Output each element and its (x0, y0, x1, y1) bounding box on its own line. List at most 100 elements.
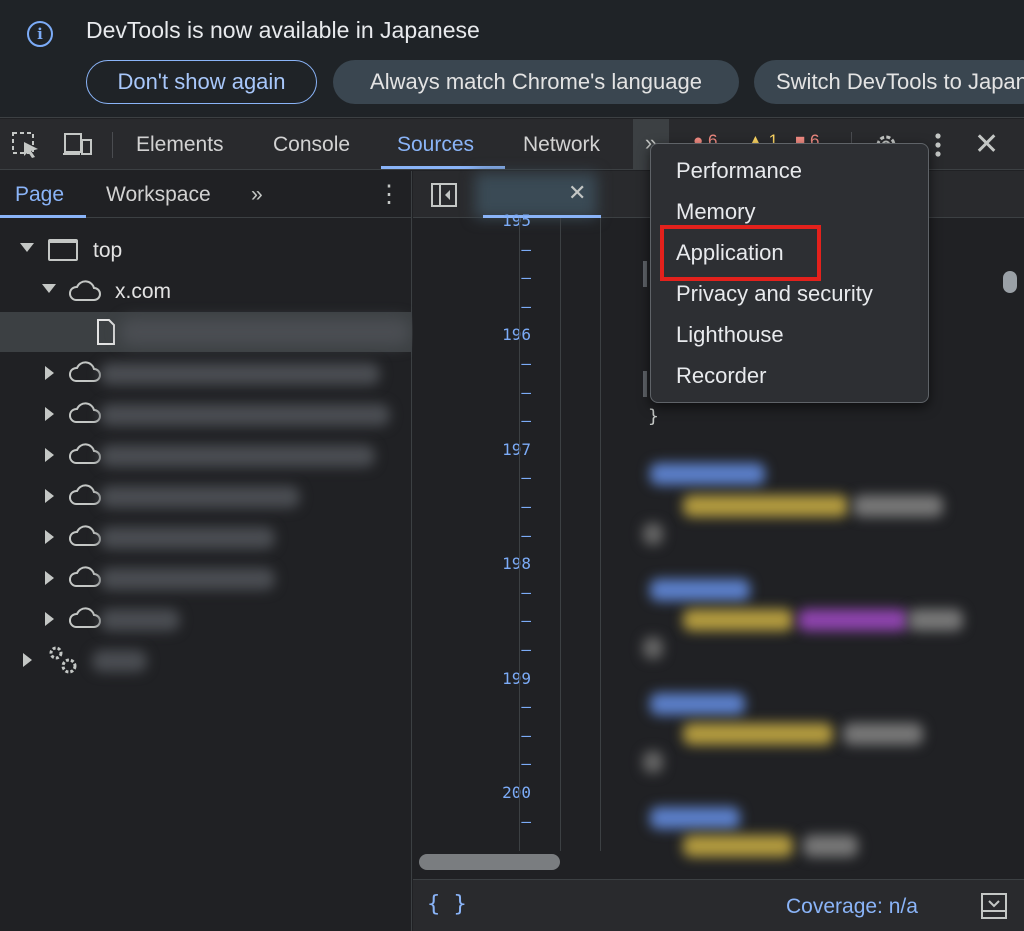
expand-arrow-icon[interactable] (45, 448, 54, 462)
editor-status-bar: { } Coverage: n/a (413, 879, 1024, 931)
tree-item-top[interactable]: top (0, 231, 412, 271)
menu-item-memory[interactable]: Memory (676, 199, 755, 225)
toolbar-divider (112, 132, 113, 158)
blurred-file-name (120, 318, 410, 346)
pretty-print-button[interactable]: { } (427, 892, 467, 917)
line-number[interactable]: – (461, 754, 531, 773)
expand-arrow-icon[interactable] (45, 407, 54, 421)
expand-arrow-icon[interactable] (42, 284, 56, 293)
line-number[interactable]: 199 (461, 669, 531, 688)
tree-item-domain[interactable] (0, 476, 412, 516)
line-number[interactable]: – (461, 268, 531, 287)
line-number[interactable]: – (461, 726, 531, 745)
tab-console[interactable]: Console (273, 133, 350, 157)
line-number[interactable]: – (461, 583, 531, 602)
kebab-menu-icon[interactable] (928, 131, 958, 159)
cloud-icon (69, 280, 101, 301)
tree-item-selected-file[interactable] (0, 312, 412, 352)
toggle-debugger-icon[interactable] (980, 892, 1008, 920)
line-number[interactable]: – (461, 297, 531, 316)
expand-arrow-icon[interactable] (23, 653, 32, 667)
horizontal-scrollbar-thumb[interactable] (419, 854, 560, 870)
cloud-icon (69, 525, 101, 546)
code-bracket-mark (643, 371, 647, 397)
more-navigator-tabs-button[interactable]: » (251, 183, 263, 207)
menu-item-performance[interactable]: Performance (676, 158, 802, 184)
navigator-tabs: Page Workspace » ⋮ (0, 171, 412, 218)
line-number[interactable]: 198 (461, 554, 531, 573)
menu-item-privacy-and-security[interactable]: Privacy and security (676, 281, 873, 307)
line-number[interactable]: – (461, 240, 531, 259)
closing-brace: } (648, 406, 659, 427)
page-navigator: Page Workspace » ⋮ top x.com (0, 171, 412, 931)
cloud-icon (69, 361, 101, 382)
line-number[interactable]: – (461, 640, 531, 659)
indent-guide (600, 218, 601, 851)
cloud-icon (69, 484, 101, 505)
tab-page[interactable]: Page (15, 183, 64, 207)
line-number[interactable]: 197 (461, 440, 531, 459)
tab-elements[interactable]: Elements (136, 133, 224, 157)
tree-item-domain[interactable] (0, 353, 412, 393)
tree-item-domain[interactable] (0, 435, 412, 475)
blurred-code (683, 723, 833, 745)
expand-arrow-icon[interactable] (45, 612, 54, 626)
dont-show-again-button[interactable]: Don't show again (86, 60, 317, 104)
tree-item-domain[interactable] (0, 517, 412, 557)
tree-item-x-com[interactable]: x.com (0, 272, 412, 312)
line-number[interactable]: – (461, 812, 531, 831)
expand-arrow-icon[interactable] (45, 530, 54, 544)
expand-arrow-icon[interactable] (45, 571, 54, 585)
toggle-navigator-icon[interactable] (430, 182, 458, 208)
tab-workspace[interactable]: Workspace (106, 183, 211, 207)
blurred-code (853, 495, 943, 517)
coverage-status[interactable]: Coverage: n/a (786, 895, 918, 919)
banner-message: DevTools is now available in Japanese (86, 17, 480, 43)
line-number[interactable]: 196 (461, 325, 531, 344)
cloud-icon (69, 566, 101, 587)
line-number[interactable]: – (461, 468, 531, 487)
gears-icon (49, 646, 77, 674)
always-match-language-button[interactable]: Always match Chrome's language (333, 60, 739, 104)
tree-item-domain[interactable] (0, 394, 412, 434)
vertical-scrollbar-thumb[interactable] (1003, 271, 1017, 293)
line-number[interactable]: – (461, 354, 531, 373)
close-file-tab-icon[interactable]: ✕ (568, 180, 586, 206)
tab-sources[interactable]: Sources (397, 133, 474, 157)
expand-arrow-icon[interactable] (20, 243, 34, 252)
tree-label-top: top (93, 239, 123, 262)
line-number[interactable]: – (461, 383, 531, 402)
line-number[interactable]: – (461, 611, 531, 630)
indent-guide (560, 218, 561, 851)
cloud-icon (69, 443, 101, 464)
device-toolbar-icon[interactable] (62, 131, 92, 159)
blurred-code (683, 495, 848, 517)
line-number[interactable]: – (461, 526, 531, 545)
line-number[interactable]: 195 (461, 211, 531, 230)
active-nav-tab-indicator (0, 215, 86, 218)
switch-to-japanese-button[interactable]: Switch DevTools to Japanese (754, 60, 1024, 104)
blurred-domain-name (100, 363, 380, 385)
line-number[interactable]: – (461, 411, 531, 430)
navigator-menu-icon[interactable]: ⋮ (377, 180, 401, 209)
expand-arrow-icon[interactable] (45, 489, 54, 503)
blurred-domain-name (100, 445, 375, 467)
expand-arrow-icon[interactable] (45, 366, 54, 380)
inspect-element-icon[interactable] (11, 131, 41, 159)
frame-icon (48, 239, 78, 261)
line-number[interactable]: – (461, 697, 531, 716)
line-number[interactable]: – (461, 497, 531, 516)
menu-item-lighthouse[interactable]: Lighthouse (676, 322, 784, 348)
tree-item-domain[interactable] (0, 599, 412, 639)
blurred-code (643, 637, 663, 659)
file-icon (97, 319, 115, 345)
menu-item-recorder[interactable]: Recorder (676, 363, 766, 389)
tree-item-extensions[interactable] (0, 640, 412, 680)
highlight-box (660, 225, 821, 281)
blurred-code (683, 609, 793, 631)
tree-item-domain[interactable] (0, 558, 412, 598)
close-devtools-icon[interactable]: ✕ (974, 127, 999, 162)
line-number[interactable]: 200 (461, 783, 531, 802)
tab-network[interactable]: Network (523, 133, 600, 157)
language-banner: i DevTools is now available in Japanese … (0, 0, 1024, 118)
